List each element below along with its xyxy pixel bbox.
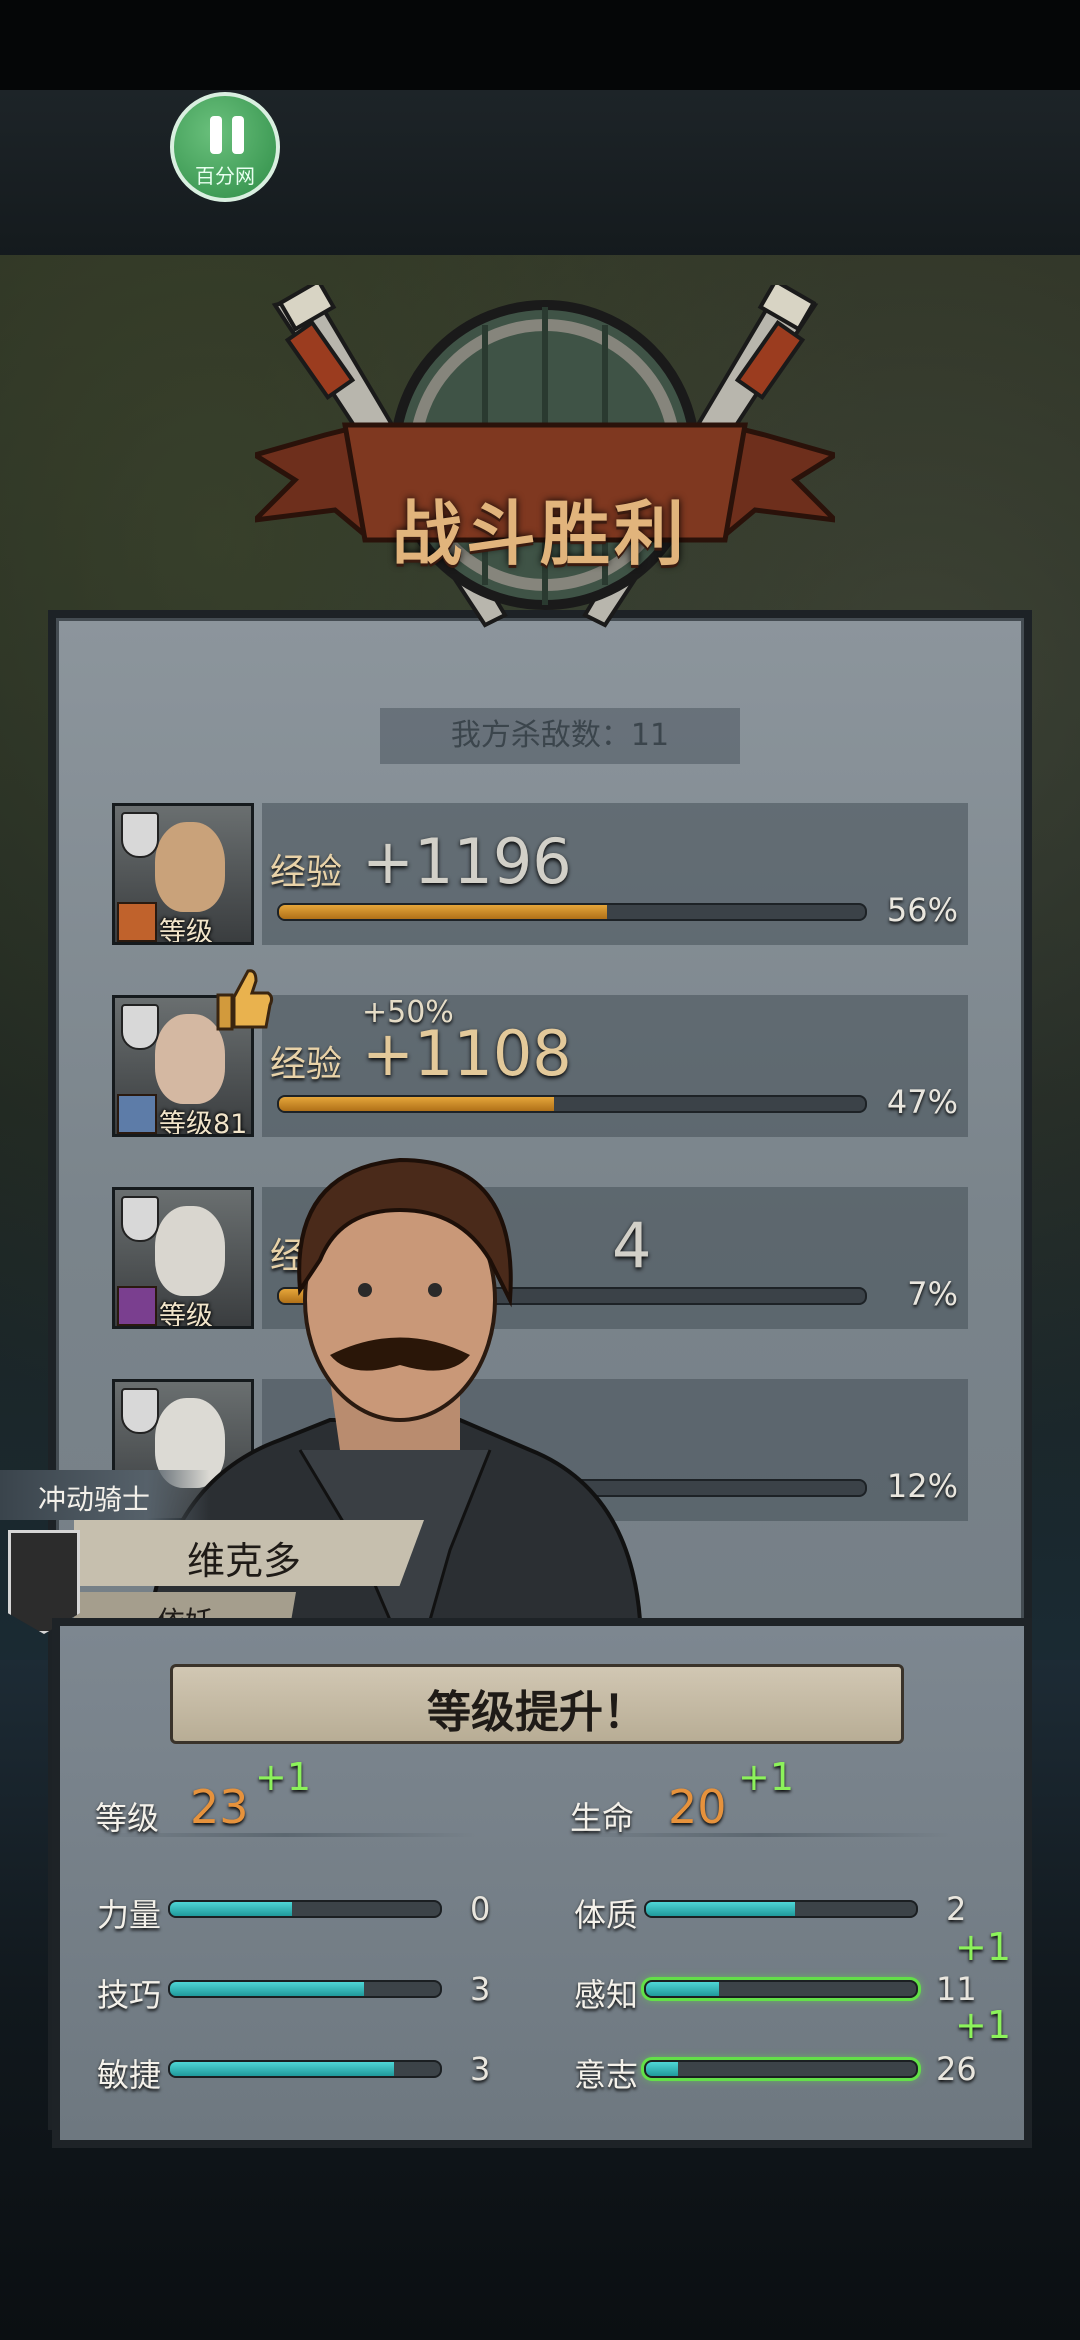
skill-label: 技巧 xyxy=(97,1976,162,2014)
exp-progress-bar xyxy=(277,1095,867,1113)
strength-label: 力量 xyxy=(97,1896,162,1934)
exp-percent: 12% xyxy=(886,1467,958,1505)
constitution-value: 2 xyxy=(946,1890,967,1928)
level-value: 23 xyxy=(190,1780,249,1834)
agility-label: 敏捷 xyxy=(97,2056,162,2094)
exp-percent: 56% xyxy=(886,891,958,929)
status-bar xyxy=(0,0,1080,90)
level-up-title: 等级提升！ xyxy=(427,1687,647,1738)
perception-bar xyxy=(644,1980,918,1998)
willpower-label: 意志 xyxy=(574,2056,639,2094)
hero-portrait[interactable]: 等级109 xyxy=(112,803,254,945)
willpower-bar xyxy=(644,2060,918,2078)
hp-value: 20 xyxy=(668,1780,727,1834)
exp-percent: 47% xyxy=(886,1083,958,1121)
level-plus: +1 xyxy=(255,1755,312,1799)
watermark-text: 百分网 xyxy=(195,164,255,188)
shield-icon xyxy=(121,812,159,858)
perception-plus: +1 xyxy=(955,1925,1012,1969)
willpower-value: 26 xyxy=(936,2050,977,2088)
hero-level: 等级109 xyxy=(159,917,213,945)
pause-button[interactable]: 百分网 xyxy=(170,92,280,202)
kill-count: 我方杀敌数：11 xyxy=(380,708,740,764)
agility-bar xyxy=(168,2060,442,2078)
character-name: 维克多 xyxy=(186,1539,301,1583)
exp-gain: +1196 xyxy=(362,825,572,898)
constitution-bar xyxy=(644,1900,918,1918)
exp-label: 经验 xyxy=(270,1044,343,1085)
skill-value: 3 xyxy=(470,1970,491,2008)
exp-label: 经验 xyxy=(270,852,343,893)
strength-value: 0 xyxy=(470,1890,491,1928)
skill-bar xyxy=(168,1980,442,1998)
header-strip xyxy=(0,90,1080,260)
thumbs-up-icon xyxy=(216,969,274,1031)
perception-label: 感知 xyxy=(574,1976,639,2014)
exp-gain: +1108 xyxy=(362,1017,572,1090)
hero-level: 等级81 xyxy=(159,1109,248,1137)
strength-bar xyxy=(168,1900,442,1918)
pause-icon xyxy=(210,116,222,154)
exp-progress-bar xyxy=(277,903,867,921)
hp-plus: +1 xyxy=(738,1755,795,1799)
agility-value: 3 xyxy=(470,2050,491,2088)
willpower-plus: +1 xyxy=(955,2003,1012,2047)
hero-row: 等级109 经验 +1196 56% xyxy=(112,803,968,945)
victory-title: 战斗胜利 xyxy=(392,493,688,575)
exp-percent: 7% xyxy=(907,1275,958,1313)
shield-icon xyxy=(121,1004,159,1050)
constitution-label: 体质 xyxy=(574,1896,639,1934)
character-trait: 冲动骑士 xyxy=(38,1483,151,1516)
class-icon xyxy=(117,1094,157,1134)
class-icon xyxy=(117,902,157,942)
hero-row: 等级81 +50% 经验 +1108 47% xyxy=(112,969,968,1137)
